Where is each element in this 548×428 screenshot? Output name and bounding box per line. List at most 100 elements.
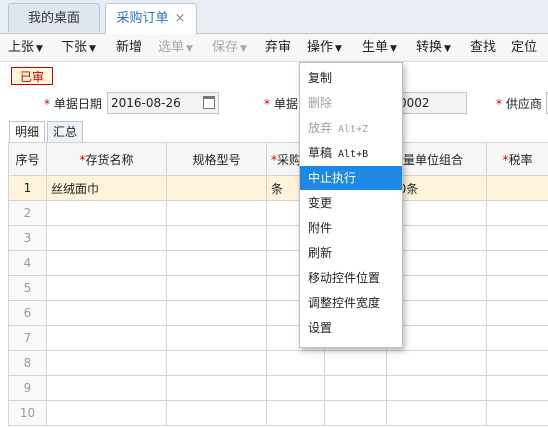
item-name-cell[interactable]: 丝绒面巾: [46, 175, 167, 201]
caret-down-icon: ▼: [36, 44, 43, 54]
menu-item-label: 草稿: [308, 146, 333, 160]
grid-cell[interactable]: [46, 275, 167, 301]
grid-cell[interactable]: [324, 400, 387, 426]
table-row[interactable]: 9: [8, 375, 548, 401]
menu-item-label: 设置: [308, 321, 333, 335]
grid-cell[interactable]: [486, 275, 548, 301]
table-row[interactable]: 5: [8, 275, 548, 301]
grid-cell[interactable]: [386, 400, 487, 426]
menu-item-resize-control[interactable]: 调整控件宽度: [300, 291, 402, 315]
grid-cell[interactable]: [486, 300, 548, 326]
table-row[interactable]: 2: [8, 200, 548, 226]
table-row[interactable]: 4: [8, 250, 548, 276]
grid-cell[interactable]: [486, 200, 548, 226]
label-text: 单据日期: [53, 97, 102, 111]
required-mark: *: [496, 97, 502, 111]
grid-cell[interactable]: [324, 375, 387, 401]
locate-button[interactable]: 定位: [511, 34, 537, 61]
table-row[interactable]: 10: [8, 400, 548, 426]
grid-cell[interactable]: [46, 325, 167, 351]
caret-down-icon: ▼: [335, 44, 342, 54]
menu-item-settings[interactable]: 设置: [300, 316, 402, 340]
menu-item-suspend[interactable]: 中止执行: [300, 166, 402, 190]
doc-date-field[interactable]: 2016-08-26: [107, 92, 219, 114]
tab-my-desktop[interactable]: 我的桌面: [8, 3, 100, 32]
menu-item-refresh[interactable]: 刷新: [300, 241, 402, 265]
grid-cell[interactable]: [166, 300, 267, 326]
menu-item-copy[interactable]: 复制: [300, 66, 402, 90]
menu-item-change[interactable]: 变更: [300, 191, 402, 215]
grid-cell[interactable]: [324, 350, 387, 376]
select-source-button[interactable]: 选单 ▼: [158, 34, 193, 61]
field-value: 0002: [399, 96, 430, 110]
menu-item-draft[interactable]: 草稿 Alt+B: [300, 141, 402, 165]
grid-cell[interactable]: [486, 375, 548, 401]
tab-summary[interactable]: 汇总: [47, 121, 83, 142]
close-icon[interactable]: ×: [175, 11, 186, 26]
col-header-item-name[interactable]: *存货名称: [46, 142, 167, 176]
grid-cell[interactable]: [266, 400, 325, 426]
grid-cell[interactable]: [166, 250, 267, 276]
grid-cell[interactable]: [46, 300, 167, 326]
grid-cell[interactable]: [166, 325, 267, 351]
toolbar: 上张 ▼ 下张 ▼ 新增 选单 ▼ 保存 ▼ 弃审 操作 ▼ 生单 ▼ 转换 ▼ 查找 定位: [0, 34, 548, 62]
row-number: 7: [8, 325, 47, 351]
grid-cell[interactable]: [166, 200, 267, 226]
grid-cell[interactable]: [266, 350, 325, 376]
tab-detail[interactable]: 明细: [9, 121, 45, 142]
menu-item-label: 刷新: [308, 246, 333, 260]
spec-cell[interactable]: [166, 175, 267, 201]
grid-cell[interactable]: [166, 375, 267, 401]
button-label: 定位: [511, 40, 538, 55]
operation-button[interactable]: 操作 ▼: [307, 34, 342, 61]
menu-item-discard[interactable]: 放弃 Alt+Z: [300, 116, 402, 140]
grid-cell[interactable]: [486, 325, 548, 351]
col-header-spec[interactable]: 规格型号: [166, 142, 267, 176]
menu-item-delete[interactable]: 删除: [300, 91, 402, 115]
calendar-icon[interactable]: [203, 96, 215, 109]
table-row[interactable]: 8: [8, 350, 548, 376]
find-button[interactable]: 查找: [470, 34, 496, 61]
convert-button[interactable]: 转换 ▼: [416, 34, 451, 61]
table-row[interactable]: 3: [8, 225, 548, 251]
row-number: 2: [8, 200, 47, 226]
grid-cell[interactable]: [46, 375, 167, 401]
grid-cell[interactable]: [46, 350, 167, 376]
tax-rate-cell[interactable]: [486, 175, 548, 201]
generate-doc-button[interactable]: 生单 ▼: [362, 34, 397, 61]
grid-cell[interactable]: [486, 225, 548, 251]
button-label: 弃审: [265, 40, 292, 55]
grid-cell[interactable]: [46, 225, 167, 251]
required-mark: *: [44, 97, 50, 111]
grid-cell[interactable]: [386, 350, 487, 376]
table-row[interactable]: 6: [8, 300, 548, 326]
tab-bar: 我的桌面 采购订单 ×: [0, 0, 548, 34]
table-row[interactable]: 1 丝绒面巾 条 00条: [8, 175, 548, 201]
label-text: 供应商: [505, 97, 542, 111]
grid-cell[interactable]: [386, 375, 487, 401]
tab-label: 采购订单: [116, 11, 169, 26]
grid-cell[interactable]: [486, 350, 548, 376]
table-row[interactable]: 7: [8, 325, 548, 351]
grid-cell[interactable]: [166, 400, 267, 426]
col-header-tax-rate[interactable]: *税率: [486, 142, 548, 176]
grid-cell[interactable]: [46, 400, 167, 426]
grid-cell[interactable]: [166, 275, 267, 301]
doc-no-field[interactable]: 0002: [395, 92, 467, 114]
button-label: 操作: [307, 40, 334, 55]
grid-cell[interactable]: [46, 200, 167, 226]
prev-button[interactable]: 上张 ▼: [8, 34, 43, 61]
grid-cell[interactable]: [166, 350, 267, 376]
menu-item-move-control[interactable]: 移动控件位置: [300, 266, 402, 290]
grid-cell[interactable]: [46, 250, 167, 276]
save-button[interactable]: 保存 ▼: [212, 34, 247, 61]
grid-cell[interactable]: [486, 400, 548, 426]
new-button[interactable]: 新增: [116, 34, 142, 61]
tab-purchase-order[interactable]: 采购订单 ×: [105, 3, 197, 34]
grid-cell[interactable]: [266, 375, 325, 401]
next-button[interactable]: 下张 ▼: [61, 34, 96, 61]
unapprove-button[interactable]: 弃审: [265, 34, 291, 61]
menu-item-attachment[interactable]: 附件: [300, 216, 402, 240]
grid-cell[interactable]: [486, 250, 548, 276]
grid-cell[interactable]: [166, 225, 267, 251]
